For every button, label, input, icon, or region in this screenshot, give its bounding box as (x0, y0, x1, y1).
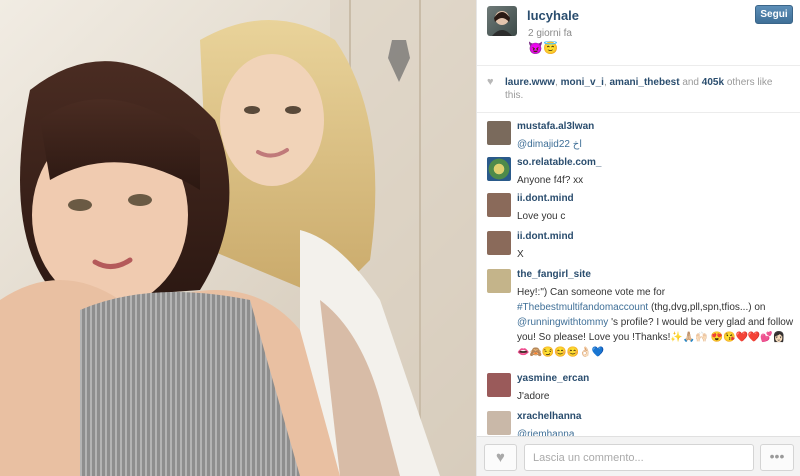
commenter-avatar[interactable] (487, 411, 511, 435)
post-sidebar: lucyhale 2 giorni fa 😈😇 Segui ♥ laure.ww… (476, 0, 800, 476)
commenter-avatar[interactable] (487, 157, 511, 181)
commenter-username[interactable]: mustafa.al3lwan (517, 121, 800, 132)
comments-list[interactable]: mustafa.al3lwan @dimajid22 اخ so.relatab… (477, 114, 800, 436)
comment-item: so.relatable.com_ Anyone f4f? xx (477, 152, 800, 189)
post-photo (0, 0, 476, 476)
ellipsis-icon: ••• (769, 448, 785, 464)
heart-icon: ♥ (487, 76, 494, 88)
post-caption: 😈😇 (528, 41, 558, 55)
commenter-username[interactable]: ii.dont.mind (517, 231, 800, 242)
likes-and-text: and (682, 77, 699, 88)
comment-item: yasmine_ercan J'adore (477, 369, 800, 407)
commenter-avatar[interactable] (487, 193, 511, 217)
likes-summary: ♥ laure.www, moni_v_i, amani_thebest and… (477, 66, 800, 113)
more-options-button[interactable]: ••• (760, 444, 794, 471)
follow-button[interactable]: Segui (755, 5, 793, 24)
comment-text: X (517, 249, 524, 260)
liker-link[interactable]: amani_thebest (610, 77, 680, 88)
comment-text: Love you c (517, 211, 566, 222)
post-header: lucyhale 2 giorni fa 😈😇 Segui (477, 0, 800, 66)
comment-text: Anyone f4f? xx (517, 175, 584, 186)
comment-text: Hey!:") Can someone vote me for #Thebest… (517, 287, 794, 358)
commenter-avatar[interactable] (487, 269, 511, 293)
likes-count[interactable]: 405k (702, 77, 724, 88)
commenter-username[interactable]: xrachelhanna (517, 411, 800, 422)
comment-item: the_fangirl_site Hey!:") Can someone vot… (477, 265, 800, 369)
liker-link[interactable]: moni_v_i (561, 77, 604, 88)
commenter-avatar[interactable] (487, 121, 511, 145)
commenter-username[interactable]: yasmine_ercan (517, 373, 800, 384)
liker-link[interactable]: laure.www (505, 77, 555, 88)
like-button[interactable]: ♥ (484, 444, 517, 471)
comment-item: xrachelhanna @riemhanna (477, 407, 800, 436)
comment-text: J'adore (517, 391, 550, 402)
post-photo-image (0, 0, 476, 476)
hashtag-link[interactable]: #Thebestmultifandomaccount (517, 302, 648, 313)
post-timestamp: 2 giorni fa (528, 28, 572, 39)
commenter-username[interactable]: the_fangirl_site (517, 269, 800, 280)
comment-text: @riemhanna (517, 429, 575, 436)
author-username[interactable]: lucyhale (527, 8, 579, 23)
commenter-username[interactable]: ii.dont.mind (517, 193, 800, 204)
comment-item: ii.dont.mind Love you c (477, 189, 800, 227)
heart-icon: ♥ (496, 449, 505, 466)
author-avatar[interactable] (487, 6, 517, 36)
comment-text: @dimajid22 اخ (517, 139, 582, 150)
comment-item: ii.dont.mind X (477, 227, 800, 265)
commenter-username[interactable]: so.relatable.com_ (517, 157, 800, 168)
commenter-avatar[interactable] (487, 231, 511, 255)
commenter-avatar[interactable] (487, 373, 511, 397)
comment-item: mustafa.al3lwan @dimajid22 اخ (477, 114, 800, 152)
comment-input[interactable] (524, 444, 754, 471)
mention-link[interactable]: @runningwithtommy (517, 317, 608, 328)
comment-bar: ♥ ••• (477, 436, 800, 476)
